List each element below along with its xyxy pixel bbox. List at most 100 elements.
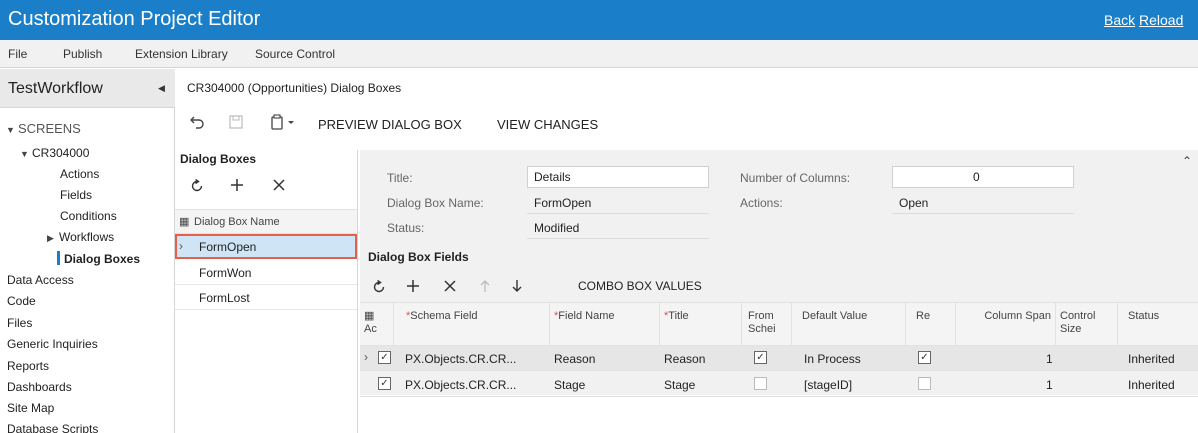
field-name-cell[interactable]: Reason — [554, 352, 595, 366]
column-column-span[interactable]: Column Span — [956, 302, 1056, 346]
tree-dialog-boxes[interactable]: Dialog Boxes — [57, 251, 140, 266]
tree-conditions[interactable]: Conditions — [60, 209, 117, 223]
dialog-box-row[interactable]: › FormOpen — [175, 234, 357, 259]
preview-dialog-box-button[interactable]: PREVIEW DIALOG BOX — [318, 117, 462, 132]
tree-actions[interactable]: Actions — [60, 167, 99, 181]
column-status[interactable]: Status — [1118, 302, 1198, 346]
column-dialog-box-name[interactable]: Dialog Box Name — [194, 216, 280, 228]
tree-code[interactable]: Code — [7, 294, 36, 308]
menu-file[interactable]: File — [8, 47, 27, 61]
arrow-down-icon[interactable] — [511, 279, 523, 296]
dialog-boxes-panel: Dialog Boxes ▦ Dialog Box Name › FormOpe… — [175, 150, 358, 433]
field-underline — [892, 213, 1074, 214]
menu-publish[interactable]: Publish — [63, 47, 102, 61]
title-cell[interactable]: Stage — [664, 378, 695, 392]
project-header: TestWorkflow ◀ — [0, 69, 175, 108]
column-span-cell[interactable]: 1 — [1046, 352, 1053, 366]
table-row[interactable]: › ✓ PX.Objects.CR.CR... Reason Reason ✓ … — [360, 346, 1198, 371]
from-schema-checkbox[interactable] — [754, 377, 767, 390]
active-checkbox[interactable]: ✓ — [378, 351, 391, 364]
menu-bar: File Publish Extension Library Source Co… — [0, 40, 1198, 68]
status-cell: Inherited — [1128, 352, 1175, 366]
menu-extension-library[interactable]: Extension Library — [135, 47, 228, 61]
undo-icon[interactable] — [189, 114, 205, 133]
column-title[interactable]: *Title — [660, 302, 742, 346]
column-field-name[interactable]: *Field Name — [550, 302, 660, 346]
from-schema-checkbox[interactable]: ✓ — [754, 351, 767, 364]
column-schema-field[interactable]: *Schema Field — [394, 302, 550, 346]
number-of-columns-label: Number of Columns: — [740, 171, 851, 185]
title-cell[interactable]: Reason — [664, 352, 705, 366]
dialog-box-row[interactable]: FormLost — [175, 285, 357, 310]
tree-generic-inquiries[interactable]: Generic Inquiries — [7, 337, 98, 351]
tree-data-access[interactable]: Data Access — [7, 273, 74, 287]
schema-field-cell[interactable]: PX.Objects.CR.CR... — [405, 352, 516, 366]
table-row[interactable]: ✓ PX.Objects.CR.CR... Stage Stage [stage… — [360, 372, 1198, 397]
add-icon[interactable] — [406, 279, 420, 296]
default-value-cell[interactable]: [stageID] — [804, 378, 852, 392]
caret-down-icon: ▼ — [6, 125, 15, 135]
collapse-sidebar-icon[interactable]: ◀ — [158, 83, 165, 94]
delete-icon[interactable] — [444, 280, 456, 295]
required-checkbox[interactable]: ✓ — [918, 351, 931, 364]
view-changes-button[interactable]: VIEW CHANGES — [497, 117, 598, 132]
reload-link[interactable]: Reload — [1139, 12, 1183, 28]
grid-settings-icon[interactable]: ▦ — [364, 310, 374, 322]
caret-down-icon: ▼ — [20, 149, 29, 159]
app-title: Customization Project Editor — [8, 8, 261, 30]
status-label: Status: — [387, 221, 425, 235]
refresh-icon[interactable] — [190, 178, 204, 196]
number-of-columns-input[interactable]: 0 — [892, 166, 1074, 188]
required-checkbox[interactable] — [918, 377, 931, 390]
back-link[interactable]: Back — [1104, 12, 1135, 28]
add-icon[interactable] — [230, 178, 244, 195]
project-name: TestWorkflow — [8, 80, 103, 97]
column-required[interactable]: Re — [906, 302, 956, 346]
status-cell: Inherited — [1128, 378, 1175, 392]
tree-dashboards[interactable]: Dashboards — [7, 380, 72, 394]
schema-field-cell[interactable]: PX.Objects.CR.CR... — [405, 378, 516, 392]
title-label: Title: — [387, 171, 413, 185]
field-name-cell[interactable]: Stage — [554, 378, 585, 392]
tree-site-map[interactable]: Site Map — [7, 401, 54, 415]
refresh-icon[interactable] — [372, 279, 386, 297]
menu-source-control[interactable]: Source Control — [255, 47, 335, 61]
dialog-box-fields-title: Dialog Box Fields — [368, 250, 469, 264]
clipboard-icon[interactable] — [270, 114, 296, 133]
tree-workflows[interactable]: ▶ Workflows — [47, 230, 114, 244]
dialog-box-details: ⌃ Title: Details Dialog Box Name: FormOp… — [360, 150, 1198, 433]
tree-screens[interactable]: ▼ SCREENS — [6, 121, 81, 136]
tree-files[interactable]: Files — [7, 316, 32, 330]
column-from-schema[interactable]: From Schei — [742, 302, 792, 346]
grid-settings-icon[interactable]: ▦ — [179, 215, 189, 228]
tree-cr304000[interactable]: ▼ CR304000 — [20, 146, 89, 160]
arrow-up-icon[interactable] — [479, 279, 491, 296]
title-input[interactable]: Details — [527, 166, 709, 188]
status-value: Modified — [534, 221, 580, 235]
field-underline — [527, 238, 709, 239]
column-active[interactable]: ▦ Ac — [360, 302, 394, 346]
row-indicator-icon: › — [364, 350, 368, 364]
row-indicator-icon: › — [179, 239, 183, 253]
dialog-boxes-title: Dialog Boxes — [180, 152, 257, 166]
tree-reports[interactable]: Reports — [7, 359, 49, 373]
field-underline — [527, 213, 709, 214]
column-default-value[interactable]: Default Value — [792, 302, 906, 346]
tree-fields[interactable]: Fields — [60, 188, 92, 202]
combo-box-values-button[interactable]: COMBO BOX VALUES — [578, 279, 702, 293]
actions-value[interactable]: Open — [899, 196, 928, 210]
dialog-box-name-value: FormOpen — [534, 196, 592, 210]
save-icon[interactable] — [229, 114, 243, 133]
default-value-cell[interactable]: In Process — [804, 352, 861, 366]
active-checkbox[interactable]: ✓ — [378, 377, 391, 390]
selection-indicator — [57, 251, 60, 265]
collapse-form-icon[interactable]: ⌃ — [1182, 154, 1192, 168]
sidebar: TestWorkflow ◀ ▼ SCREENS ▼ CR304000 Action… — [0, 69, 175, 433]
column-span-cell[interactable]: 1 — [1046, 378, 1053, 392]
tree-database-scripts[interactable]: Database Scripts — [7, 422, 98, 433]
delete-icon[interactable] — [273, 179, 285, 194]
column-control-size[interactable]: Control Size — [1056, 302, 1118, 346]
actions-label: Actions: — [740, 196, 783, 210]
caret-right-icon: ▶ — [47, 233, 54, 243]
dialog-box-row[interactable]: FormWon — [175, 260, 357, 285]
